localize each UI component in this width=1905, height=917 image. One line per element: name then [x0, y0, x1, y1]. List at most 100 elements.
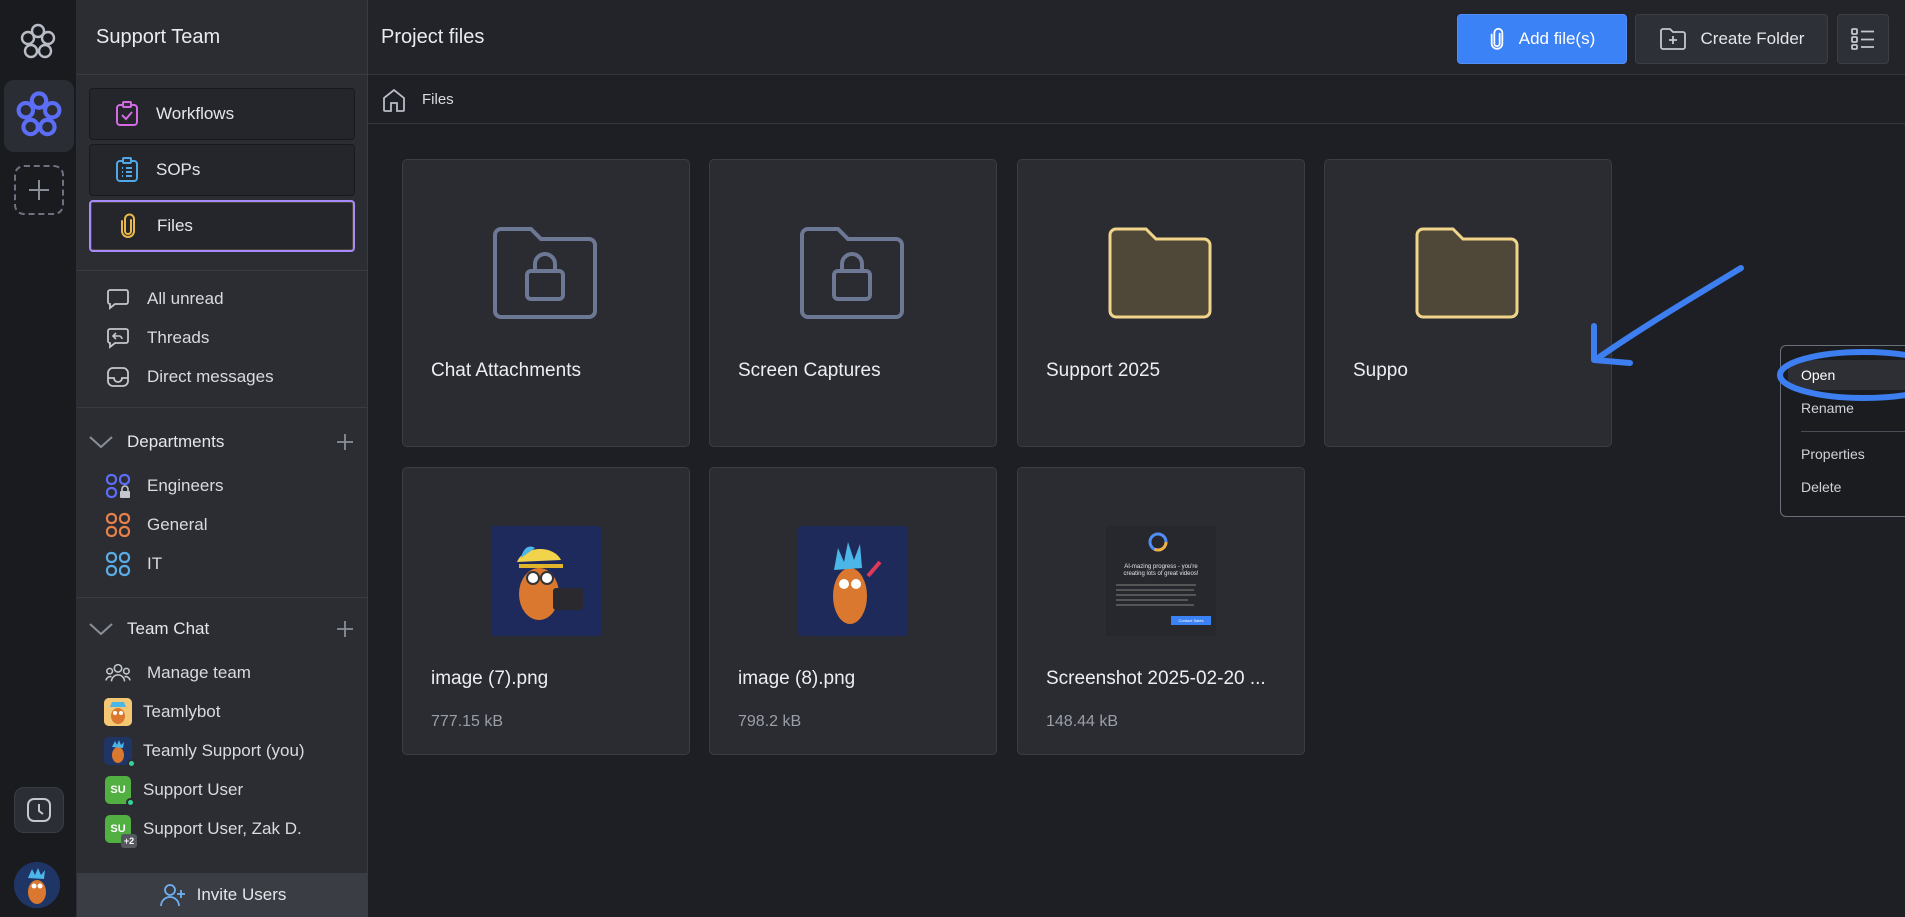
- folder-icon: [1415, 227, 1519, 319]
- menu-item-open[interactable]: Open: [1801, 367, 1835, 383]
- clock-icon: [27, 798, 51, 822]
- nav-workflows[interactable]: Workflows: [89, 88, 355, 140]
- app-logo-icon[interactable]: [18, 22, 58, 62]
- file-card[interactable]: Support 2025: [1017, 159, 1305, 447]
- item-label: General: [147, 515, 208, 534]
- create-folder-button[interactable]: Create Folder: [1635, 14, 1828, 64]
- chat-teamly-support[interactable]: Teamly Support (you): [104, 737, 305, 768]
- sidebar: Support Team Workflows SOPs Files All un…: [77, 0, 368, 917]
- file-name: image (8).png: [738, 668, 856, 689]
- thumb-headline: AI-mazing progress - you're creating lot…: [1123, 564, 1199, 577]
- item-label: Support User, Zak D.: [143, 819, 302, 838]
- direct-messages-item[interactable]: Direct messages: [105, 363, 274, 391]
- locked-folder-icon: [493, 227, 597, 319]
- paperclip-icon: [1490, 27, 1503, 50]
- item-label: IT: [147, 554, 163, 573]
- file-card[interactable]: Suppo: [1324, 159, 1612, 447]
- menu-divider: [1801, 431, 1905, 432]
- file-card[interactable]: Screen Captures: [709, 159, 997, 447]
- menu-item-rename[interactable]: Rename: [1801, 400, 1854, 416]
- button-label: Add file(s): [1518, 29, 1596, 48]
- file-card[interactable]: Chat Attachments: [402, 159, 690, 447]
- list-view-toggle[interactable]: [1837, 14, 1889, 64]
- all-unread-item[interactable]: All unread: [105, 285, 224, 313]
- support-user-avatar: SU: [105, 776, 135, 807]
- department-it[interactable]: IT: [105, 550, 162, 578]
- online-status-dot: [127, 759, 136, 768]
- add-workspace-button[interactable]: [14, 165, 64, 215]
- workspace-rail: [0, 0, 77, 917]
- divider: [77, 407, 368, 408]
- chat-bubble-icon: [105, 286, 131, 312]
- file-name: image (7).png: [431, 668, 549, 689]
- chevron-down-icon[interactable]: [87, 435, 115, 449]
- chat-support-user[interactable]: SU Support User: [105, 776, 244, 807]
- file-name: Screenshot 2025-02-20 ...: [1046, 668, 1266, 689]
- file-name: Support 2025: [1046, 360, 1161, 381]
- teamlybot-avatar: [104, 698, 132, 726]
- nav-label: Workflows: [156, 104, 235, 123]
- clipboard-check-icon: [114, 101, 140, 127]
- online-status-dot: [126, 798, 135, 807]
- menu-item-delete[interactable]: Delete: [1801, 479, 1841, 495]
- paperclip-icon: [115, 213, 141, 239]
- locked-folder-icon: [800, 227, 904, 319]
- teamly-support-avatar: [104, 737, 136, 768]
- item-label: Manage team: [147, 663, 251, 682]
- context-menu: Open Rename Properties Delete: [1780, 345, 1905, 517]
- nav-files[interactable]: Files: [89, 200, 355, 252]
- current-user-avatar[interactable]: [14, 862, 60, 908]
- file-name: Suppo: [1353, 360, 1408, 381]
- invite-label: Invite Users: [196, 885, 287, 904]
- item-label: Direct messages: [147, 367, 274, 386]
- history-button[interactable]: [14, 787, 64, 833]
- department-engineers[interactable]: Engineers: [105, 472, 224, 500]
- department-icon: [105, 551, 131, 577]
- chat-group-support-user[interactable]: SU +2 Support User, Zak D.: [105, 815, 302, 848]
- group-avatar: SU +2: [105, 815, 137, 848]
- threads-icon: [105, 325, 131, 351]
- workspace-logo-icon: [16, 91, 62, 137]
- users-group-icon: [105, 660, 131, 686]
- screenshot-thumbnail: AI-mazing progress - you're creating lot…: [1106, 526, 1216, 636]
- plus-icon: [29, 180, 49, 200]
- nav-sops[interactable]: SOPs: [89, 144, 355, 196]
- file-size: 798.2 kB: [738, 713, 802, 730]
- add-chat-icon[interactable]: [333, 617, 357, 641]
- add-files-button[interactable]: Add file(s): [1457, 14, 1627, 64]
- workspace-support-team[interactable]: [4, 80, 74, 152]
- manage-team-item[interactable]: Manage team: [105, 659, 251, 687]
- invite-users-button[interactable]: Invite Users: [77, 873, 368, 917]
- department-general[interactable]: General: [105, 511, 207, 539]
- file-card[interactable]: image (7).png 777.15 kB: [402, 467, 690, 755]
- item-label: All unread: [147, 289, 224, 308]
- file-card[interactable]: image (8).png 798.2 kB: [709, 467, 997, 755]
- divider: [77, 270, 368, 271]
- file-card[interactable]: AI-mazing progress - you're creating lot…: [1017, 467, 1305, 755]
- department-icon: [105, 512, 131, 538]
- section-label: Departments: [127, 432, 225, 451]
- chevron-down-icon[interactable]: [87, 622, 115, 636]
- item-label: Support User: [143, 780, 244, 799]
- button-label: Create Folder: [1700, 29, 1805, 48]
- home-icon[interactable]: [381, 87, 407, 113]
- chat-teamlybot[interactable]: Teamlybot: [104, 698, 220, 726]
- member-count-badge: +2: [121, 834, 137, 848]
- avatar-initials: SU: [110, 784, 126, 796]
- file-name: Screen Captures: [738, 360, 881, 381]
- file-name: Chat Attachments: [431, 360, 581, 381]
- list-view-icon: [1851, 28, 1874, 50]
- departments-section-header[interactable]: Departments: [87, 427, 357, 457]
- menu-item-properties[interactable]: Properties: [1801, 446, 1865, 462]
- threads-item[interactable]: Threads: [105, 324, 209, 352]
- folder-icon: [1108, 227, 1212, 319]
- item-label: Teamly Support (you): [143, 741, 305, 760]
- inbox-icon: [105, 364, 131, 390]
- breadcrumb-current[interactable]: Files: [422, 91, 454, 108]
- image-thumbnail: [798, 526, 908, 636]
- team-chat-section-header[interactable]: Team Chat: [87, 614, 357, 644]
- divider: [77, 74, 368, 75]
- add-department-icon[interactable]: [333, 430, 357, 454]
- page-title: Project files: [381, 26, 485, 48]
- file-size: 148.44 kB: [1046, 713, 1119, 730]
